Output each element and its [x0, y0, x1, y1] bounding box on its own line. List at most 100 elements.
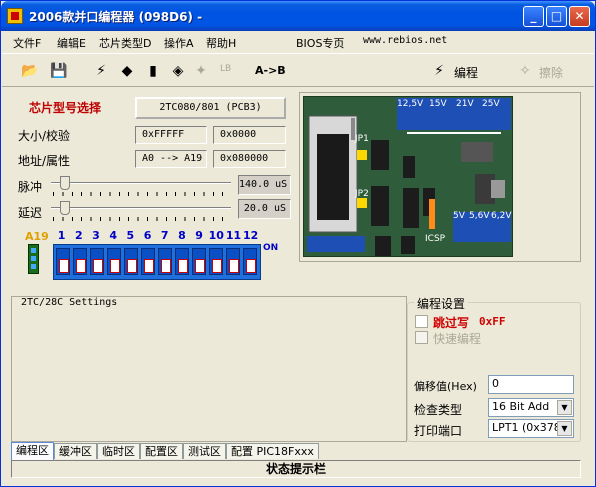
- check-type-value: 16 Bit Add: [492, 400, 550, 413]
- voltage-bottom-2: 5,6V: [469, 211, 490, 221]
- blank-check-icon[interactable]: ▮: [144, 62, 162, 80]
- print-port-value: LPT1 (0x378): [492, 421, 566, 434]
- voltage-top-1: 12,5V: [397, 99, 424, 109]
- main-window: 2006款并口编程器 (098D6) - _ □ ✕ 文件F 编辑E 芯片类型D…: [0, 0, 596, 487]
- dip-switch[interactable]: [56, 248, 70, 275]
- skip-write-label: 跳过写: [433, 316, 470, 330]
- attribute-field: 0x080000: [213, 150, 286, 168]
- app-icon: [7, 8, 23, 24]
- dip-switch[interactable]: [226, 248, 240, 275]
- tab-config[interactable]: 配置区: [140, 443, 183, 459]
- dip-switch-block: [53, 244, 261, 280]
- menu-bios[interactable]: BIOS专页: [296, 35, 344, 51]
- address-field: A0 --> A19: [135, 150, 207, 168]
- delay-label: 延迟: [18, 206, 43, 220]
- skip-write-value: 0xFF: [479, 315, 506, 328]
- a19-label: A19: [25, 230, 49, 243]
- dip-number: 12: [243, 229, 259, 242]
- dip-switch[interactable]: [175, 248, 189, 275]
- check-type-select[interactable]: 16 Bit Add ▼: [488, 398, 574, 417]
- offset-input[interactable]: 0: [488, 375, 574, 394]
- print-port-select[interactable]: LPT1 (0x378) ▼: [488, 419, 574, 438]
- program-button[interactable]: 编程: [454, 64, 478, 81]
- dip-switch[interactable]: [73, 248, 87, 275]
- delay-value: 20.0 uS: [238, 199, 291, 219]
- open-folder-icon[interactable]: 📂: [21, 62, 39, 80]
- menu-chip-type[interactable]: 芯片类型D: [99, 35, 151, 51]
- dip-number: 8: [178, 229, 186, 242]
- erase-icon: ✧: [519, 63, 531, 79]
- dip-number: 4: [109, 229, 117, 242]
- a19-jumper[interactable]: [28, 244, 39, 274]
- menu-operation[interactable]: 操作A: [164, 35, 194, 51]
- pulse-slider-thumb[interactable]: [60, 176, 70, 190]
- status-bar: 状态提示栏: [11, 460, 581, 478]
- dip-switch[interactable]: [90, 248, 104, 275]
- minimize-button[interactable]: _: [523, 6, 544, 27]
- tab-test[interactable]: 测试区: [183, 443, 226, 459]
- delay-slider-ticks: [53, 217, 231, 221]
- check-type-label: 检查类型: [414, 403, 463, 417]
- dip-number: 7: [160, 229, 169, 242]
- voltage-bottom-1: 5V: [453, 211, 465, 221]
- dip-switch[interactable]: [141, 248, 155, 275]
- program-icon[interactable]: ⚡: [430, 62, 448, 80]
- menu-help[interactable]: 帮助H: [206, 35, 236, 51]
- delay-slider-track[interactable]: [51, 207, 231, 209]
- delay-slider-thumb[interactable]: [60, 201, 70, 215]
- toolbar: 📂 💾 ⚡ ◆ ▮ ◈ ✦ LB A->B ⚡ 编程 ✧ 擦除: [2, 53, 594, 87]
- menu-file[interactable]: 文件F: [13, 35, 41, 51]
- chevron-down-icon[interactable]: ▼: [557, 400, 572, 415]
- a-to-b-button[interactable]: A->B: [255, 64, 286, 77]
- pulse-value: 140.0 uS: [238, 175, 291, 195]
- menu-website[interactable]: www.rebios.net: [363, 35, 447, 46]
- pulse-label: 脉冲: [18, 180, 43, 194]
- title-bar[interactable]: 2006款并口编程器 (098D6) - _ □ ✕: [1, 1, 595, 31]
- tab-buffer[interactable]: 缓冲区: [54, 443, 97, 459]
- print-port-label: 打印端口: [414, 424, 463, 438]
- dip-switch[interactable]: [243, 248, 257, 275]
- tab-temp[interactable]: 临时区: [97, 443, 140, 459]
- settings-panel-title: 2TC/28C Settings: [19, 297, 120, 308]
- dip-number: 6: [143, 229, 152, 242]
- save-icon[interactable]: 💾: [50, 62, 68, 80]
- dip-number: 5: [126, 229, 135, 242]
- size-label: 大小/校验: [18, 129, 71, 143]
- dip-switch[interactable]: [107, 248, 121, 275]
- voltage-top-2: 15V: [429, 99, 447, 109]
- voltage-top-4: 25V: [482, 99, 500, 109]
- tab-config-pic18[interactable]: 配置 PIC18Fxxx: [226, 443, 319, 459]
- disabled-tool-icon: ✦: [195, 63, 207, 79]
- bottom-tabs: 编程区 缓冲区 临时区 配置区 测试区 配置 PIC18Fxxx: [11, 442, 319, 460]
- dip-number: 1: [57, 229, 66, 242]
- voltage-bottom-3: 6,2V: [491, 211, 512, 221]
- voltage-top-3: 21V: [456, 99, 474, 109]
- fast-program-checkbox: [415, 331, 428, 344]
- dip-number: 11: [225, 229, 242, 242]
- lock-chip-icon[interactable]: ◈: [169, 62, 187, 80]
- dip-switch[interactable]: [192, 248, 206, 275]
- dip-number: 9: [195, 229, 203, 242]
- chip-select-button[interactable]: 2TC080/801 (PCB3): [135, 97, 286, 119]
- menu-edit[interactable]: 编辑E: [57, 35, 86, 51]
- chip-select-label: 芯片型号选择: [29, 101, 102, 115]
- menu-bar: 文件F 编辑E 芯片类型D 操作A 帮助H BIOS专页 www.rebios.…: [2, 31, 594, 52]
- tab-program[interactable]: 编程区: [11, 442, 54, 460]
- address-label: 地址/属性: [18, 154, 71, 168]
- jp2-label: JP2: [355, 189, 369, 199]
- pulse-slider-ticks: [53, 192, 231, 196]
- skip-write-checkbox[interactable]: [415, 315, 428, 328]
- close-button[interactable]: ✕: [569, 6, 590, 27]
- fast-program-label: 快速编程: [433, 332, 482, 346]
- size-field: 0xFFFFF: [135, 126, 207, 144]
- dip-switch[interactable]: [158, 248, 172, 275]
- pulse-slider-track[interactable]: [51, 182, 231, 184]
- maximize-button[interactable]: □: [546, 6, 567, 27]
- verify-chip-icon[interactable]: ◆: [118, 62, 136, 80]
- dip-switch[interactable]: [209, 248, 223, 275]
- chevron-down-icon[interactable]: ▼: [557, 421, 572, 436]
- checksum-field: 0x0000: [213, 126, 286, 144]
- dip-on-label: ON: [263, 243, 279, 253]
- read-chip-icon[interactable]: ⚡: [92, 62, 110, 80]
- dip-switch[interactable]: [124, 248, 138, 275]
